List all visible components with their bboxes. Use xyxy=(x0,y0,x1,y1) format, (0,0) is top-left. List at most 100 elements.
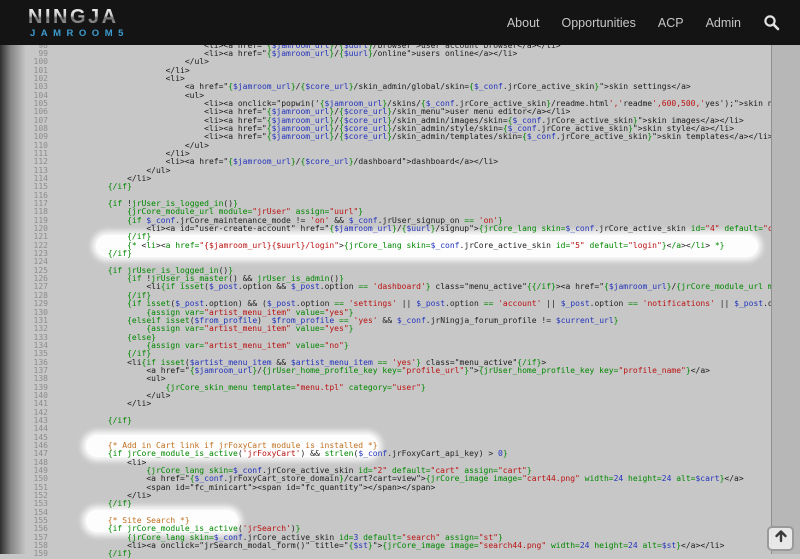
code-viewer[interactable]: 98 <li><a href="{$jamroom_url}/{$uurl}/b… xyxy=(0,42,800,555)
line-content: <li{if isset($_post.option && $_post.opt… xyxy=(50,283,800,291)
line-number: 157 xyxy=(0,534,48,542)
line-number: 126 xyxy=(0,275,48,283)
code-line: 104 <ul> xyxy=(0,92,800,100)
code-line: 148 <li> xyxy=(0,459,800,467)
line-number: 128 xyxy=(0,292,48,300)
line-content: </li> xyxy=(50,175,151,183)
code-line: 119 {if $_conf.jrCore_maintenance_mode !… xyxy=(0,217,800,225)
line-number: 123 xyxy=(0,250,48,258)
line-content: {jrCore_lang skin=$_conf.jrCore_active_s… xyxy=(50,534,503,542)
line-number: 112 xyxy=(0,158,48,166)
code-line: 154 xyxy=(0,509,800,517)
line-content: {if isset($_post.option) && ($_post.opti… xyxy=(50,300,800,308)
line-content: <li><a id="user-create-account" href="{$… xyxy=(50,225,800,233)
code-line: 146 {* Add in Cart link if jrFoxyCart mo… xyxy=(0,442,800,450)
line-content: {assign var="artist_menu_item" value="ye… xyxy=(50,325,353,333)
code-line: 107 <li><a href="{$jamroom_url}/{$core_u… xyxy=(0,117,800,125)
code-line: 106 <li><a href="{$jamroom_url}/{$core_u… xyxy=(0,108,800,116)
line-number: 108 xyxy=(0,125,48,133)
code-line: 116 xyxy=(0,192,800,200)
code-line: 136 <li{if isset($artist_menu_item && $a… xyxy=(0,359,800,367)
main-nav: About Opportunities ACP Admin xyxy=(507,14,780,31)
line-number: 110 xyxy=(0,142,48,150)
line-number: 107 xyxy=(0,117,48,125)
code-line: 123 {/if} xyxy=(0,250,800,258)
line-content: <li><a href="{$jamroom_url}/{$core_url}/… xyxy=(50,117,744,125)
code-line: 112 <li><a href="{$jamroom_url}/{$core_u… xyxy=(0,158,800,166)
code-line: 157 {jrCore_lang skin=$_conf.jrCore_acti… xyxy=(0,534,800,542)
code-line: 158 <li><a onclick="jrSearch_modal_form(… xyxy=(0,542,800,550)
line-number: 135 xyxy=(0,350,48,358)
line-number: 144 xyxy=(0,425,48,433)
line-number: 121 xyxy=(0,233,48,241)
line-number: 109 xyxy=(0,133,48,141)
code-line: 137 <a href="{$jamroom_url}/{jrUser_home… xyxy=(0,367,800,375)
line-content: </li> xyxy=(50,492,151,500)
line-number: 151 xyxy=(0,484,48,492)
line-content: {else} xyxy=(50,334,156,342)
code-line: 101 </li> xyxy=(0,67,800,75)
line-content: {/if} xyxy=(50,292,151,300)
code-line: 127 <li{if isset($_post.option && $_post… xyxy=(0,283,800,291)
line-number: 150 xyxy=(0,475,48,483)
line-content: <li><a onclick="popwin('{$jamroom_url}/s… xyxy=(50,100,800,108)
line-number: 153 xyxy=(0,500,48,508)
line-number: 127 xyxy=(0,283,48,291)
code-line: 149 {jrCore_lang skin=$_conf.jrCore_acti… xyxy=(0,467,800,475)
code-line: 155 {* Site Search *} xyxy=(0,517,800,525)
code-line: 121 {/if} xyxy=(0,233,800,241)
line-content: </ul> xyxy=(50,392,170,400)
line-number: 114 xyxy=(0,175,48,183)
line-content: <a href="{$_conf.jrFoxyCart_store_domain… xyxy=(50,475,744,483)
nav-item-admin[interactable]: Admin xyxy=(706,16,741,30)
line-number: 143 xyxy=(0,417,48,425)
scroll-to-top-button[interactable] xyxy=(767,526,794,551)
line-content: <ul> xyxy=(50,375,166,383)
line-content: </li> xyxy=(50,400,151,408)
line-number: 140 xyxy=(0,392,48,400)
line-number: 120 xyxy=(0,225,48,233)
logo-jamroom5-text: JAMROOM5 xyxy=(30,29,129,39)
code-line: 144 xyxy=(0,425,800,433)
nav-item-acp[interactable]: ACP xyxy=(658,16,684,30)
line-number: 122 xyxy=(0,242,48,250)
line-content: {if !jrUser_is_master() && jrUser_is_adm… xyxy=(50,275,344,283)
code-line: 105 <li><a onclick="popwin('{$jamroom_ur… xyxy=(0,100,800,108)
line-content: </li> xyxy=(50,67,190,75)
line-number: 111 xyxy=(0,150,48,158)
line-number: 113 xyxy=(0,167,48,175)
line-content: {if jrUser_is_logged_in()} xyxy=(50,267,233,275)
code-line: 156 {if jrCore_module_is_active('jrSearc… xyxy=(0,525,800,533)
line-number: 125 xyxy=(0,267,48,275)
line-content: {* Add in Cart link if jrFoxyCart module… xyxy=(50,442,378,450)
code-line: 100 </ul> xyxy=(0,58,800,66)
search-icon[interactable] xyxy=(763,14,780,31)
nav-item-opportunities[interactable]: Opportunities xyxy=(562,16,636,30)
right-margin-band xyxy=(771,45,800,554)
line-content: </li> xyxy=(50,150,190,158)
line-number: 116 xyxy=(0,192,48,200)
line-content: {/if} xyxy=(50,550,132,558)
code-line: 145 xyxy=(0,434,800,442)
nav-item-about[interactable]: About xyxy=(507,16,540,30)
line-number: 142 xyxy=(0,409,48,417)
code-line: 130 {assign var="artist_menu_item" value… xyxy=(0,309,800,317)
line-number: 152 xyxy=(0,492,48,500)
code-line: 140 </ul> xyxy=(0,392,800,400)
site-logo[interactable]: NINGJA JAMROOM5 xyxy=(28,7,129,39)
line-content: </ul> xyxy=(50,167,170,175)
line-number: 100 xyxy=(0,58,48,66)
line-content: {* Site Search *} xyxy=(50,517,190,525)
line-content: <a href="{$jamroom_url}/{$core_url}/skin… xyxy=(50,83,691,91)
code-line: 122 {* <li><a href="{$jamroom_url}{$uurl… xyxy=(0,242,800,250)
code-line: 117 {if !jrUser_is_logged_in()} xyxy=(0,200,800,208)
line-number: 133 xyxy=(0,334,48,342)
line-number: 138 xyxy=(0,375,48,383)
line-content: <li><a href="{$jamroom_url}/{$core_url}/… xyxy=(50,125,734,133)
line-number: 118 xyxy=(0,208,48,216)
code-line: 128 {/if} xyxy=(0,292,800,300)
code-line: 153 {/if} xyxy=(0,500,800,508)
line-number: 139 xyxy=(0,384,48,392)
line-number: 154 xyxy=(0,509,48,517)
line-number: 102 xyxy=(0,75,48,83)
